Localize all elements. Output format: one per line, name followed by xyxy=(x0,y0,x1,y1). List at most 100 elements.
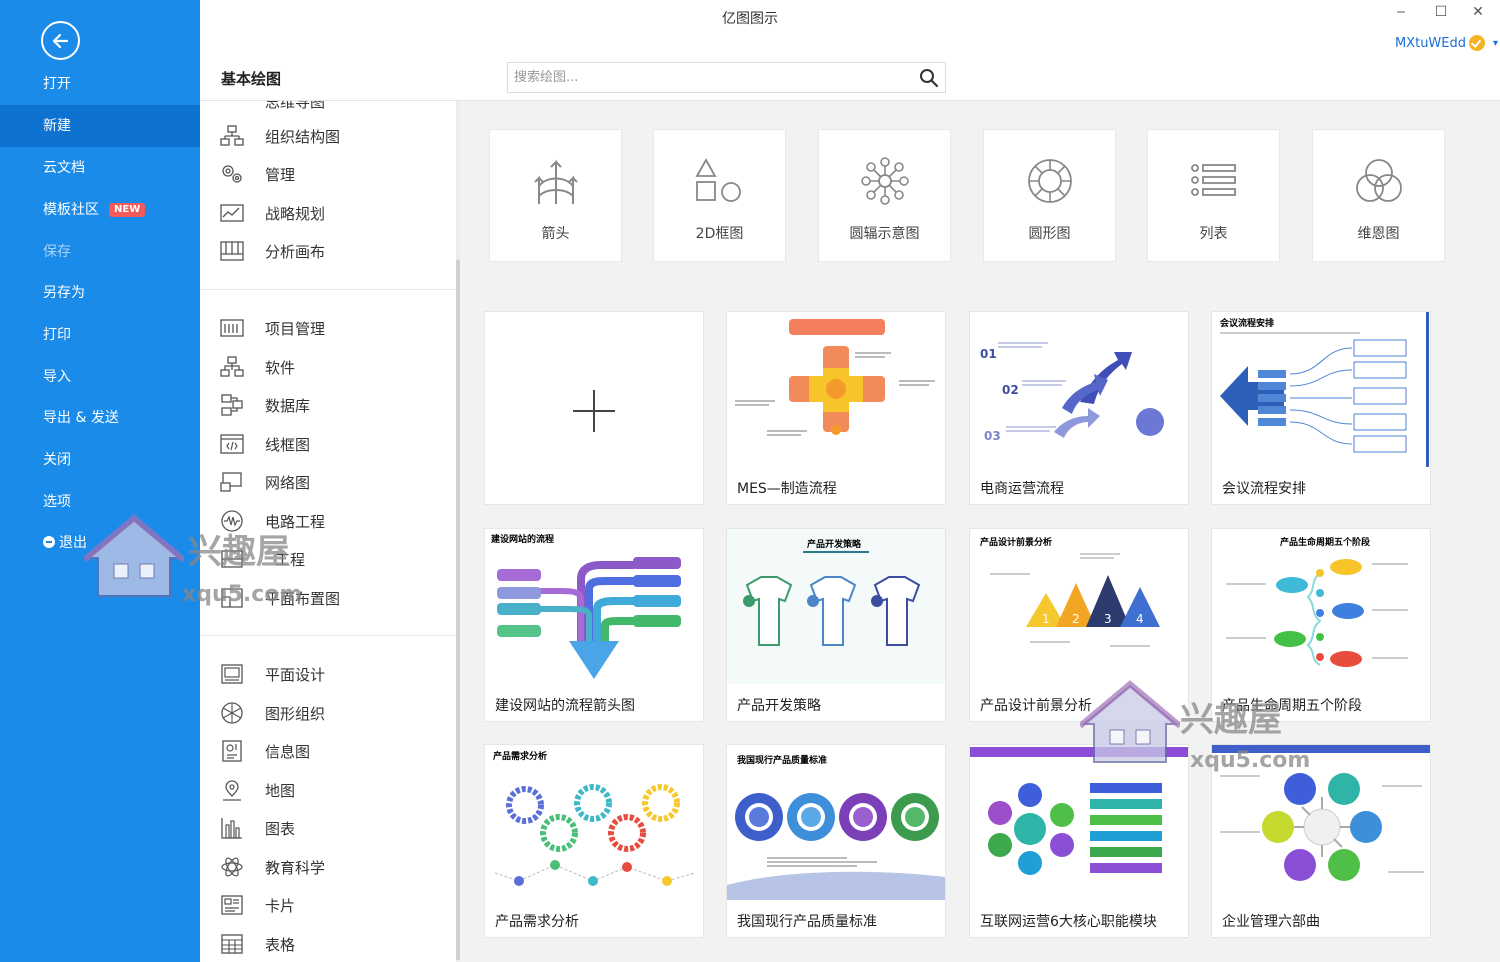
category-map[interactable]: 地图 xyxy=(220,770,450,808)
window-title: 亿图图示 xyxy=(722,11,778,27)
category-label: 平面设计 xyxy=(265,666,326,684)
svg-text:1: 1 xyxy=(1042,612,1050,626)
thumbnail-title: 产品需求分析 xyxy=(493,750,547,762)
template-thumbnail: 01 02 03 xyxy=(980,342,1164,443)
wireframe-icon xyxy=(220,434,244,454)
back-button[interactable] xyxy=(41,21,80,60)
circuit-icon xyxy=(221,510,243,532)
category-org-chart[interactable]: 组织结构图 xyxy=(220,116,450,154)
arrows-icon xyxy=(534,159,578,204)
chart-icon xyxy=(221,818,242,839)
svg-text:3: 3 xyxy=(1104,612,1112,626)
exit-icon xyxy=(43,536,55,548)
database-icon xyxy=(221,394,243,416)
thumbnail-title: 产品设计前景分析 xyxy=(980,536,1052,548)
template-card[interactable]: 产品设计前景分析 1 2 3 4 产品设计前景分析 xyxy=(969,528,1189,722)
category-wireframe[interactable]: 线框图 xyxy=(220,424,450,462)
category-management[interactable]: 管理 xyxy=(220,154,450,192)
type-card-label: 圆形图 xyxy=(1028,226,1071,242)
category-network[interactable]: 网络图 xyxy=(220,462,450,500)
template-card[interactable]: 我国现行产品质量标准 我国现行产品质量标准 xyxy=(726,744,946,938)
search-input[interactable] xyxy=(508,63,908,92)
search-box xyxy=(507,62,946,93)
type-card-venn[interactable]: 维恩图 xyxy=(1312,129,1445,262)
template-card[interactable]: MES—制造流程 xyxy=(726,311,946,505)
map-pin-icon xyxy=(223,780,241,801)
template-thumbnail: 会议流程安排 xyxy=(1220,312,1429,467)
template-card[interactable]: 产品需求分析 产品需求分析 xyxy=(484,744,704,938)
template-card[interactable]: 建设网站的流程 建设网站的流程箭头图 xyxy=(484,528,704,722)
nav-new[interactable]: 新建 xyxy=(0,105,200,147)
nav-export-send[interactable]: 导出 & 发送 xyxy=(0,397,200,439)
category-graphic-organizer[interactable]: 图形组织 xyxy=(220,693,450,731)
template-card[interactable]: 会议流程安排 会议流程安排 xyxy=(1211,311,1431,505)
nav-cloud-docs[interactable]: 云文档 xyxy=(0,147,200,189)
nav-exit[interactable]: 退出 xyxy=(0,522,200,564)
nav-options[interactable]: 选项 xyxy=(0,481,200,523)
type-card-arrows[interactable]: 箭头 xyxy=(489,129,622,262)
template-label: 产品生命周期五个阶段 xyxy=(1222,698,1362,714)
nav-open[interactable]: 打开 xyxy=(0,63,200,105)
category-analysis-canvas[interactable]: 分析画布 xyxy=(220,231,450,269)
close-button[interactable]: ✕ xyxy=(1463,4,1493,24)
category-label: 数据库 xyxy=(265,397,311,415)
svg-text:03: 03 xyxy=(984,429,1001,443)
category-infographic[interactable]: 信息图 xyxy=(220,731,450,769)
template-card[interactable]: 产品生命周期五个阶段 产品生命周期五个阶段 xyxy=(1211,528,1431,722)
type-card-list[interactable]: 列表 xyxy=(1147,129,1280,262)
nav-print[interactable]: 打印 xyxy=(0,314,200,356)
type-card-radial[interactable]: 圆辐示意图 xyxy=(818,129,951,262)
category-strategy[interactable]: 战略规划 xyxy=(220,193,450,231)
template-label: 企业管理六部曲 xyxy=(1222,914,1320,930)
category-card[interactable]: 卡片 xyxy=(220,885,450,923)
template-card[interactable]: 01 02 03 电商运营流程 xyxy=(969,311,1189,505)
type-card-2d-shapes[interactable]: 2D框图 xyxy=(653,129,786,262)
template-label: 产品设计前景分析 xyxy=(980,698,1092,714)
nav-open-label: 打开 xyxy=(43,76,71,92)
category-project[interactable]: 项目管理 xyxy=(220,308,450,346)
type-card-label: 2D框图 xyxy=(695,226,744,242)
template-thumbnail: 建设网站的流程 xyxy=(491,533,681,679)
template-card[interactable]: 互联网运营6大核心职能模块 xyxy=(969,744,1189,938)
template-label: 建设网站的流程箭头图 xyxy=(495,698,635,714)
template-card[interactable]: 企业管理六部曲 xyxy=(1211,744,1431,938)
category-label: 地图 xyxy=(265,782,296,800)
new-blank-drawing-card[interactable] xyxy=(484,311,704,505)
category-circuit[interactable]: 电路工程 xyxy=(220,501,450,539)
template-thumbnail xyxy=(735,319,935,436)
graphic-organizer-icon xyxy=(221,702,243,724)
user-menu-caret-icon[interactable]: ▾ xyxy=(1493,38,1498,49)
user-account-link[interactable]: MXtuWEdd xyxy=(1395,36,1466,51)
template-card[interactable]: 产品开发策略 产品开发策略 xyxy=(726,528,946,722)
category-education-science[interactable]: 教育科学 xyxy=(220,847,450,885)
search-icon[interactable] xyxy=(919,68,939,88)
category-database[interactable]: 数据库 xyxy=(220,385,450,423)
template-label: MES—制造流程 xyxy=(737,481,837,497)
category-divider xyxy=(200,635,458,636)
nav-save[interactable]: 保存 xyxy=(0,231,200,273)
category-floor-plan[interactable]: 平面布置图 xyxy=(220,578,450,616)
template-thumbnail: 产品需求分析 xyxy=(493,750,696,886)
thumbnail-title: 会议流程安排 xyxy=(1220,317,1274,329)
nav-new-label: 新建 xyxy=(43,118,71,134)
type-card-circular[interactable]: 圆形图 xyxy=(983,129,1116,262)
minimize-button[interactable]: ‒ xyxy=(1386,4,1416,24)
nav-template-community[interactable]: 模板社区 NEW xyxy=(0,189,200,231)
nav-import[interactable]: 导入 xyxy=(0,356,200,398)
maximize-button[interactable]: ☐ xyxy=(1426,4,1456,24)
nav-close[interactable]: 关闭 xyxy=(0,439,200,481)
category-chart[interactable]: 图表 xyxy=(220,808,450,846)
shapes-2d-icon xyxy=(695,158,741,202)
nav-export-send-label: 导出 & 发送 xyxy=(43,410,119,426)
nav-cloud-docs-label: 云文档 xyxy=(43,160,85,176)
nav-save-label: 保存 xyxy=(43,244,71,260)
category-label: 卡片 xyxy=(265,897,296,915)
template-gallery: 箭头 2D框图 圆辐示意图 圆形图 列表 维恩图 MES—制造流程 01 02 … xyxy=(460,101,1500,962)
category-graphic-design[interactable]: 平面设计 xyxy=(220,654,450,692)
thumbnail-title: 产品开发策略 xyxy=(807,538,862,550)
category-table[interactable]: 表格 xyxy=(220,924,450,962)
plus-icon xyxy=(573,390,615,432)
nav-save-as[interactable]: 另存为 xyxy=(0,272,200,314)
category-engineering[interactable]: 工程 xyxy=(220,539,450,577)
category-software[interactable]: 软件 xyxy=(220,347,450,385)
